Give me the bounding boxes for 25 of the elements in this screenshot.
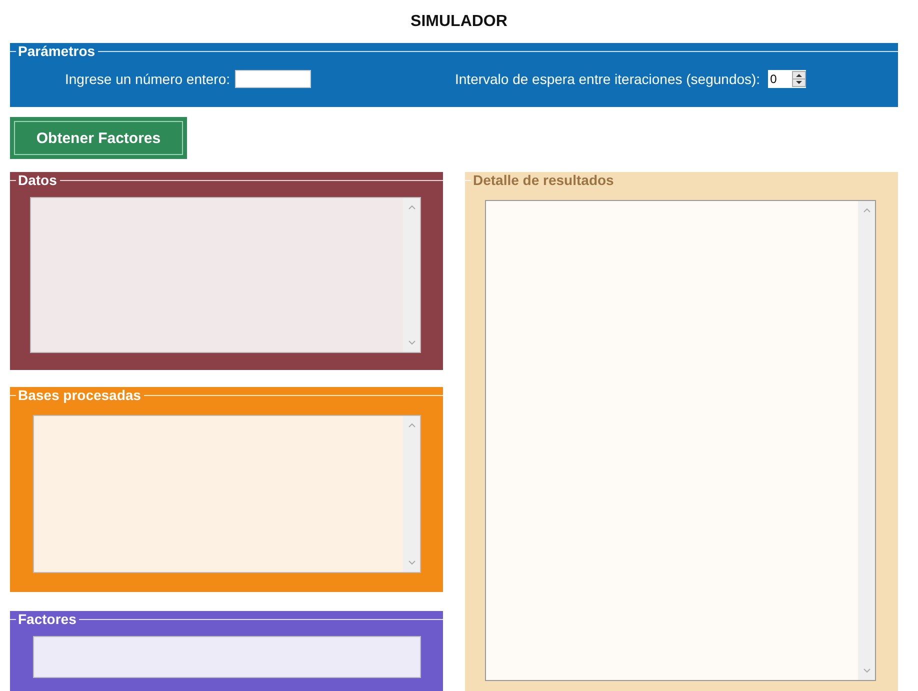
interval-spinner[interactable]: 0 xyxy=(768,70,806,88)
scroll-down-icon[interactable] xyxy=(408,340,416,346)
group-title: Bases procesadas xyxy=(17,387,142,403)
window-title: SIMULADOR xyxy=(410,12,508,32)
field-label: Ingrese un número entero: xyxy=(65,71,230,87)
scroll-down-icon[interactable] xyxy=(862,668,870,674)
text-area[interactable] xyxy=(33,415,421,573)
group-title: Datos xyxy=(17,172,58,188)
scroll-up-icon[interactable] xyxy=(862,207,870,213)
number-input[interactable] xyxy=(235,70,311,88)
text-area[interactable] xyxy=(30,197,421,353)
scroll-down-icon[interactable] xyxy=(408,560,416,566)
scrollbar[interactable] xyxy=(858,201,875,680)
get-factors-button[interactable]: Obtener Factores xyxy=(10,117,187,159)
field-label: Intervalo de espera entre iteraciones (segundos): xyxy=(455,71,760,87)
scroll-up-icon[interactable] xyxy=(408,422,416,428)
spinner-arrows-icon[interactable] xyxy=(792,71,806,87)
text-area[interactable] xyxy=(485,200,876,681)
scrollbar[interactable] xyxy=(403,416,420,572)
group-title: Parámetros xyxy=(17,43,96,59)
scrollbar[interactable] xyxy=(403,198,420,352)
group-title: Factores xyxy=(17,611,78,627)
scroll-up-icon[interactable] xyxy=(408,204,416,210)
group-title: Detalle de resultados xyxy=(472,172,615,188)
text-area[interactable] xyxy=(33,636,421,678)
